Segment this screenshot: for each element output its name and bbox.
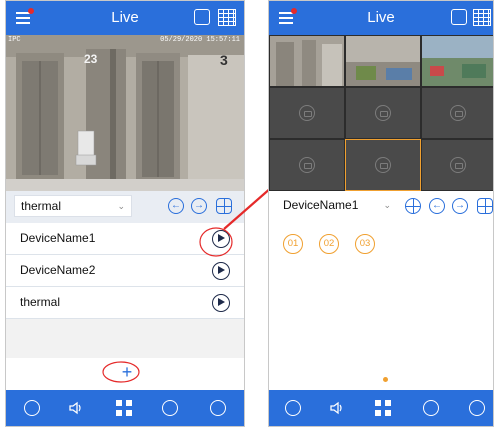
video-cell[interactable] [421, 87, 493, 139]
video-cell[interactable] [345, 87, 421, 139]
channel-button[interactable]: 03 [355, 234, 375, 254]
video-thumbnail [422, 36, 493, 86]
video-cell[interactable] [345, 35, 421, 87]
header-bar: Live [269, 1, 493, 35]
device-select-value: DeviceName1 [283, 198, 359, 212]
more-icon[interactable] [469, 400, 485, 416]
page-indicator-dot [383, 377, 388, 382]
ptz-dial-icon[interactable] [405, 198, 421, 214]
user-lock-icon[interactable] [451, 9, 467, 25]
camera-placeholder-icon [299, 105, 315, 121]
camera-placeholder-icon [450, 157, 466, 173]
camera-placeholder-icon [375, 105, 391, 121]
video-thumbnail [346, 36, 420, 86]
ptz-icon[interactable] [423, 400, 439, 416]
channel-area [269, 223, 493, 390]
camera-placeholder-icon [450, 105, 466, 121]
channel-button[interactable]: 01 [283, 234, 303, 254]
right-live-screen: Live DeviceName1 ⌄ ← → 01 02 03 [268, 0, 494, 427]
video-grid [269, 35, 493, 191]
camera-placeholder-icon [299, 157, 315, 173]
camera-placeholder-icon [375, 157, 391, 173]
device-bar: DeviceName1 ⌄ ← → [269, 191, 493, 223]
device-select[interactable]: DeviceName1 ⌄ [277, 195, 397, 217]
split-view-icon[interactable] [473, 9, 491, 26]
microphone-icon[interactable] [285, 400, 301, 416]
arrow-left-icon[interactable]: ← [429, 198, 445, 214]
video-thumbnail [270, 36, 344, 86]
video-cell[interactable] [269, 87, 345, 139]
layout-grid-icon[interactable] [375, 400, 391, 416]
bottom-toolbar [269, 390, 493, 426]
video-cell[interactable] [269, 35, 345, 87]
arrow-right-icon[interactable]: → [452, 198, 468, 214]
video-cell[interactable] [421, 139, 493, 191]
video-cell[interactable] [421, 35, 493, 87]
chevron-down-icon: ⌄ [383, 200, 391, 210]
video-cell-selected[interactable] [345, 139, 421, 191]
video-cell[interactable] [269, 139, 345, 191]
channel-button[interactable]: 02 [319, 234, 339, 254]
speaker-icon[interactable] [329, 400, 345, 416]
grid-layout-icon[interactable] [477, 198, 493, 214]
